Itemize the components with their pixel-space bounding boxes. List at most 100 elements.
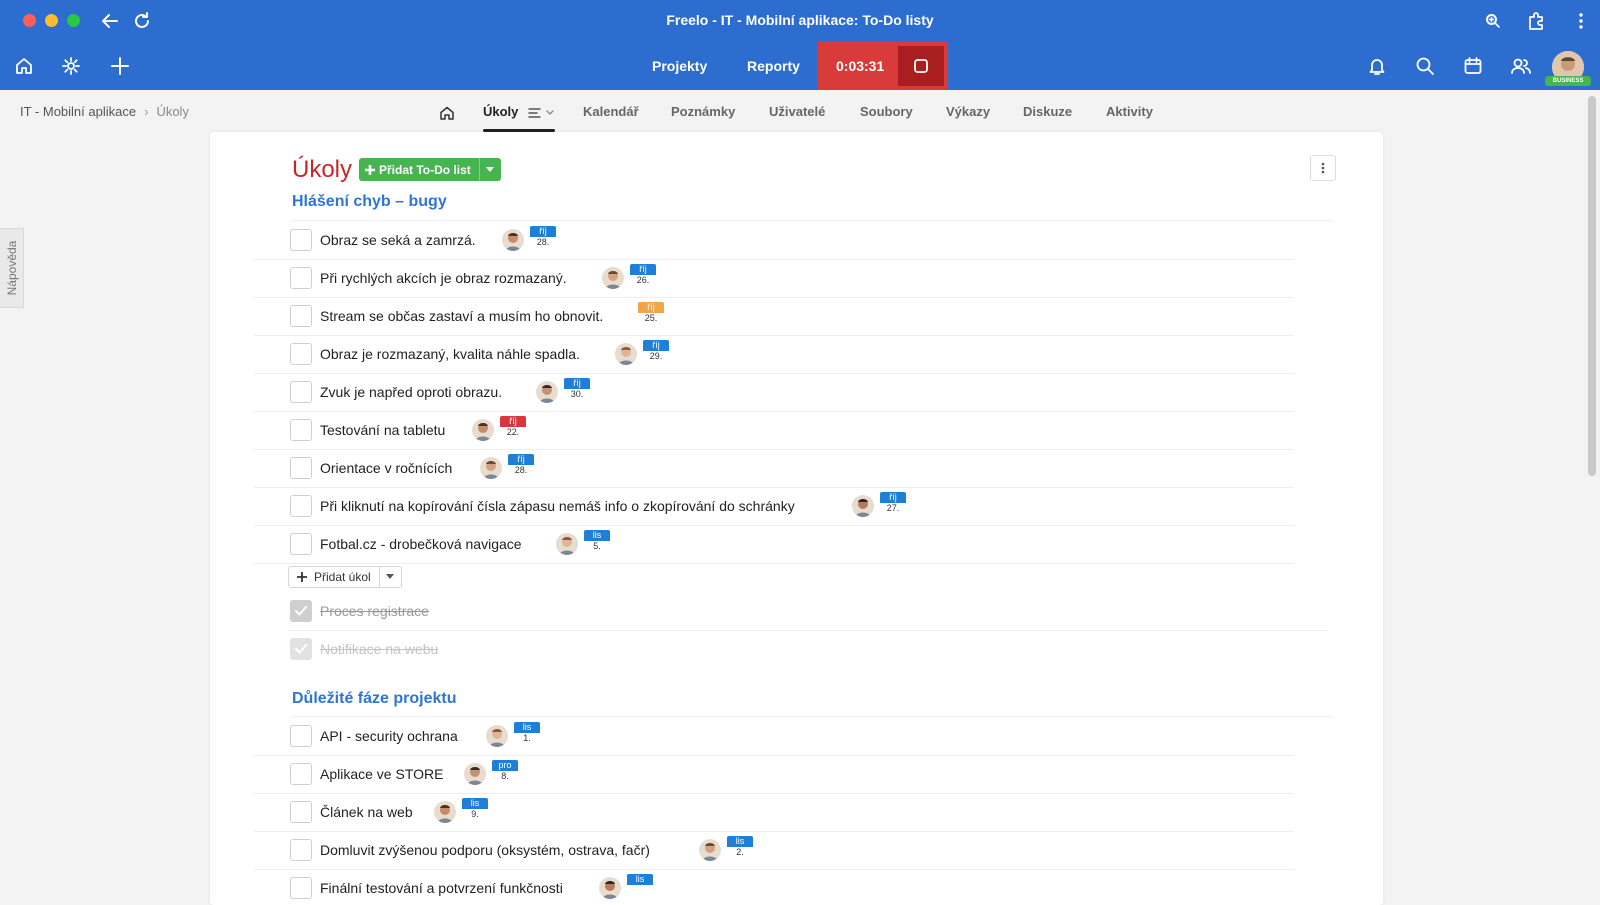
assignee-avatar[interactable] — [536, 381, 558, 403]
assignee-avatar[interactable] — [599, 877, 621, 899]
time-tracker[interactable]: 0:03:31 — [818, 42, 948, 90]
assignee-avatar[interactable] — [615, 343, 637, 365]
task-row-completed[interactable]: Notifikace na webu — [290, 637, 438, 661]
task-checkbox[interactable] — [290, 419, 312, 441]
settings-gear-icon[interactable] — [59, 54, 83, 78]
nav-projects[interactable]: Projekty — [652, 42, 707, 90]
task-row-completed[interactable]: Proces registrace — [290, 599, 429, 623]
task-checkbox[interactable] — [290, 839, 312, 861]
task-checkbox[interactable] — [290, 495, 312, 517]
users-icon[interactable] — [1509, 54, 1533, 78]
due-date-badge[interactable]: říj 25. — [638, 302, 664, 324]
todo-list-title[interactable]: Důležité fáze projektu — [292, 690, 456, 708]
due-date-badge[interactable]: lis 9. — [462, 798, 488, 820]
notifications-bell-icon[interactable] — [1365, 54, 1389, 78]
task-checkbox[interactable] — [290, 600, 312, 622]
due-date-badge[interactable]: lis — [627, 874, 653, 896]
list-options-menu-button[interactable] — [1310, 155, 1336, 181]
due-date-badge[interactable]: lis 5. — [584, 530, 610, 552]
task-row[interactable]: Při rychlých akcích je obraz rozmazaný. — [290, 266, 567, 290]
due-date-badge[interactable]: říj 28. — [508, 454, 534, 476]
divider — [254, 563, 1294, 564]
add-task-button[interactable]: Přidat úkol — [288, 566, 402, 588]
home-icon[interactable] — [12, 54, 36, 78]
assignee-avatar[interactable] — [486, 725, 508, 747]
tab-activities[interactable]: Aktivity — [1106, 104, 1153, 119]
due-date-badge[interactable]: říj 26. — [630, 264, 656, 286]
assignee-avatar[interactable] — [556, 533, 578, 555]
assignee-avatar[interactable] — [852, 495, 874, 517]
due-date-badge[interactable]: pro 8. — [492, 760, 518, 782]
due-date-badge[interactable]: říj 27. — [880, 492, 906, 514]
tab-project-home[interactable] — [439, 105, 455, 124]
task-title: Aplikace ve STORE — [320, 766, 444, 782]
task-checkbox[interactable] — [290, 305, 312, 327]
task-row[interactable]: Stream se občas zastaví a musím ho obnov… — [290, 304, 603, 328]
task-checkbox[interactable] — [290, 638, 312, 660]
task-row[interactable]: Domluvit zvýšenou podporu (oksystém, ost… — [290, 838, 650, 862]
task-row[interactable]: Testování na tabletu — [290, 418, 445, 442]
more-vertical-icon[interactable] — [1569, 9, 1593, 33]
task-row[interactable]: API - security ochrana — [290, 724, 458, 748]
divider — [254, 373, 1294, 374]
add-task-dropdown[interactable] — [378, 567, 401, 587]
due-date-badge[interactable]: lis 1. — [514, 722, 540, 744]
assignee-avatar[interactable] — [602, 267, 624, 289]
task-checkbox[interactable] — [290, 877, 312, 899]
task-checkbox[interactable] — [290, 267, 312, 289]
tab-tasks-view-icon[interactable] — [528, 106, 556, 124]
breadcrumb-project[interactable]: IT - Mobilní aplikace — [20, 104, 136, 119]
task-row[interactable]: Aplikace ve STORE — [290, 762, 443, 786]
tab-files[interactable]: Soubory — [860, 104, 913, 119]
assignee-avatar[interactable] — [699, 839, 721, 861]
task-row[interactable]: Obraz se seká a zamrzá. — [290, 228, 476, 252]
task-row[interactable]: Obraz je rozmazaný, kvalita náhle spadla… — [290, 342, 580, 366]
timer-stop-button[interactable] — [898, 46, 944, 86]
task-checkbox[interactable] — [290, 343, 312, 365]
task-row[interactable]: Článek na web — [290, 800, 413, 824]
due-date-day: 29. — [643, 351, 669, 362]
tab-users[interactable]: Uživatelé — [769, 104, 825, 119]
tab-calendar[interactable]: Kalendář — [583, 104, 639, 119]
task-checkbox[interactable] — [290, 229, 312, 251]
task-row[interactable]: Finální testování a potvrzení funkčnosti — [290, 876, 563, 900]
nav-reports[interactable]: Reporty — [747, 42, 800, 90]
task-row[interactable]: Orientace v ročnících — [290, 456, 452, 480]
tab-tasks[interactable]: Úkoly — [483, 104, 518, 119]
todo-list-title[interactable]: Hlášení chyb – bugy — [292, 193, 447, 211]
due-date-badge[interactable]: říj 22. — [500, 416, 526, 438]
due-date-badge[interactable]: lis 2. — [727, 836, 753, 858]
task-checkbox[interactable] — [290, 457, 312, 479]
caret-down-icon — [486, 166, 495, 172]
due-date-badge[interactable]: říj 29. — [643, 340, 669, 362]
add-todo-list-button[interactable]: Přidat To-Do list — [359, 158, 501, 181]
task-checkbox[interactable] — [290, 763, 312, 785]
tab-notes[interactable]: Poznámky — [671, 104, 735, 119]
due-date-badge[interactable]: říj 28. — [530, 226, 556, 248]
help-side-tab[interactable]: Nápověda — [0, 228, 24, 308]
task-checkbox[interactable] — [290, 381, 312, 403]
assignee-avatar[interactable] — [434, 801, 456, 823]
assignee-avatar[interactable] — [464, 763, 486, 785]
task-row[interactable]: Při kliknutí na kopírování čísla zápasu … — [290, 494, 795, 518]
search-icon[interactable] — [1413, 54, 1437, 78]
add-plus-icon[interactable] — [108, 54, 132, 78]
assignee-avatar[interactable] — [480, 457, 502, 479]
task-title: Testování na tabletu — [320, 422, 446, 438]
tab-reports[interactable]: Výkazy — [946, 104, 990, 119]
extensions-icon[interactable] — [1525, 9, 1549, 33]
task-checkbox[interactable] — [290, 725, 312, 747]
task-row[interactable]: Zvuk je napřed oproti obrazu. — [290, 380, 502, 404]
add-todo-list-dropdown[interactable] — [478, 158, 501, 181]
assignee-avatar[interactable] — [502, 229, 524, 251]
zoom-icon[interactable] — [1481, 9, 1505, 33]
tab-discussion[interactable]: Diskuze — [1023, 104, 1072, 119]
due-date-month: říj — [564, 378, 590, 389]
page-scrollbar[interactable] — [1588, 96, 1596, 476]
task-row[interactable]: Fotbal.cz - drobečková navigace — [290, 532, 522, 556]
assignee-avatar[interactable] — [472, 419, 494, 441]
task-checkbox[interactable] — [290, 801, 312, 823]
task-checkbox[interactable] — [290, 533, 312, 555]
due-date-badge[interactable]: říj 30. — [564, 378, 590, 400]
calendar-icon[interactable] — [1461, 54, 1485, 78]
